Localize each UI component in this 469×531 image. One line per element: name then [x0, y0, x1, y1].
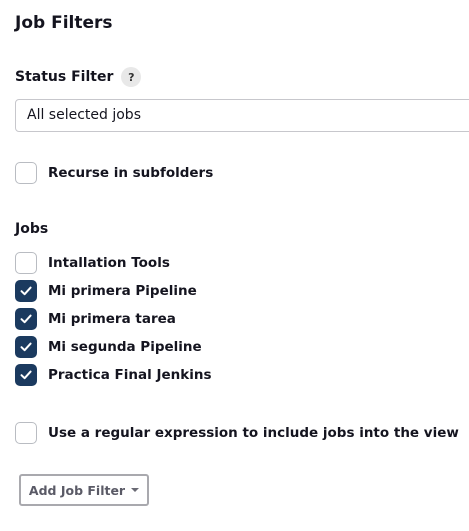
status-filter-label-row: Status Filter ? [15, 65, 142, 89]
job-label: Mi primera Pipeline [48, 283, 197, 299]
job-item[interactable]: Intallation Tools [15, 252, 170, 274]
job-item[interactable]: Mi primera tarea [15, 308, 176, 330]
checkmark-icon [20, 314, 32, 324]
job-label: Practica Final Jenkins [48, 367, 212, 383]
add-job-filter-label: Add Job Filter [28, 482, 126, 498]
job-label: Mi segunda Pipeline [48, 339, 202, 355]
jobs-label: Jobs [15, 221, 49, 237]
job-checkbox[interactable] [15, 336, 37, 358]
checkmark-icon [20, 286, 32, 296]
status-filter-label: Status Filter [15, 69, 114, 85]
regex-checkbox-row[interactable]: Use a regular expression to include jobs… [15, 422, 469, 444]
add-job-filter-button[interactable]: Add Job Filter [19, 474, 149, 506]
job-checkbox[interactable] [15, 280, 37, 302]
job-item[interactable]: Mi segunda Pipeline [15, 336, 202, 358]
job-checkbox[interactable] [15, 308, 37, 330]
job-checkbox[interactable] [15, 364, 37, 386]
status-filter-help-icon[interactable]: ? [121, 67, 142, 87]
job-label: Mi primera tarea [48, 311, 176, 327]
job-item[interactable]: Practica Final Jenkins [15, 364, 212, 386]
checkmark-icon [20, 342, 32, 352]
regex-label: Use a regular expression to include jobs… [48, 425, 459, 441]
recurse-checkbox-row[interactable]: Recurse in subfolders [15, 162, 213, 184]
section-title: Job Filters [15, 13, 113, 33]
checkmark-icon [20, 370, 32, 380]
caret-down-icon [131, 488, 140, 492]
job-label: Intallation Tools [48, 255, 170, 271]
job-checkbox[interactable] [15, 252, 37, 274]
status-filter-select[interactable]: All selected jobs [15, 99, 469, 132]
recurse-label: Recurse in subfolders [48, 165, 214, 181]
job-item[interactable]: Mi primera Pipeline [15, 280, 197, 302]
recurse-checkbox[interactable] [15, 162, 37, 184]
regex-checkbox[interactable] [15, 422, 37, 444]
